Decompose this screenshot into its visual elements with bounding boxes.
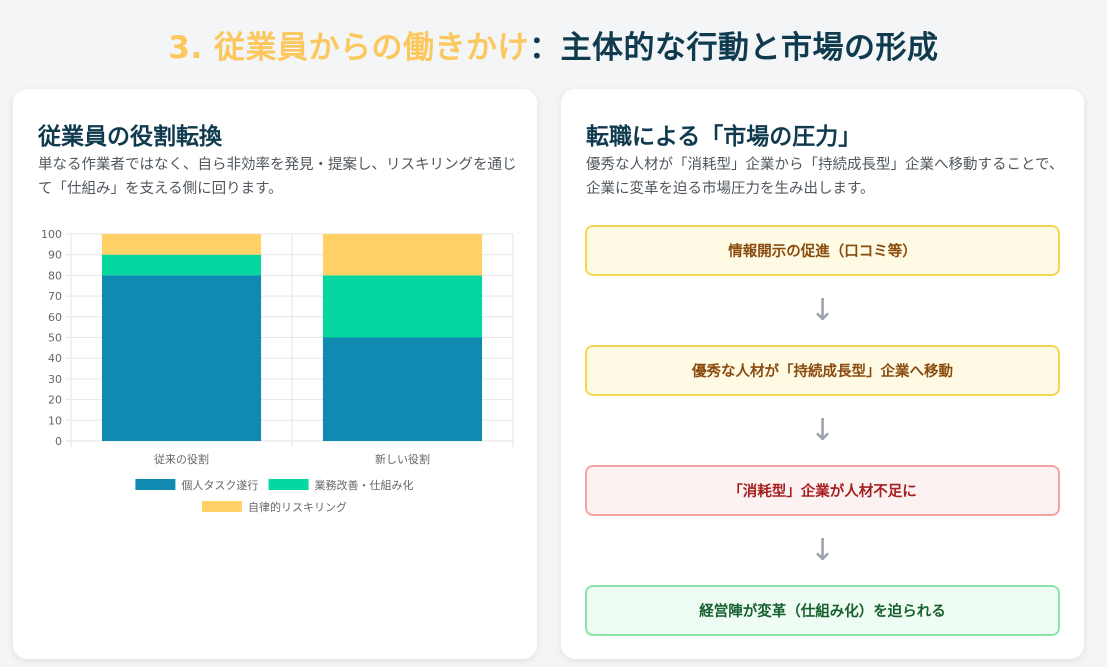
bar-segment [101,254,262,276]
x-category-label: 新しい役割 [375,452,430,466]
employee-role-card: 従業員の役割転換 単なる作業者ではなく、自ら非効率を発見・提案し、リスキリングを… [13,89,537,659]
y-tick-label: 10 [48,414,62,427]
legend-label: 個人タスク遂行 [181,478,258,492]
flow-step-management-change: 経営陣が変革（仕組み化）を迫られる [585,585,1060,636]
flow-step-talent-move: 優秀な人材が「持続成長型」企業へ移動 [585,345,1060,396]
y-tick-label: 60 [48,311,62,324]
page-title-main: ：主体的な行動と市場の形成 [529,30,939,66]
y-tick-label: 20 [48,394,62,407]
legend-swatch [268,479,309,490]
x-category-label: 従来の役割 [154,452,209,466]
y-tick-label: 90 [48,249,62,262]
market-pressure-heading: 転職による「市場の圧力」 [586,124,862,150]
bar-segment [101,275,262,441]
legend-label: 自律的リスキリング [248,500,347,514]
legend-label: 業務改善・仕組み化 [315,478,414,492]
down-arrow-icon: ↓ [809,293,836,328]
flow-step-talent-shortage: 「消耗型」企業が人材不足に [585,465,1060,516]
down-arrow-icon: ↓ [809,533,836,568]
y-tick-label: 80 [48,269,62,282]
bar-segment [101,234,262,255]
y-tick-label: 30 [48,373,62,386]
market-pressure-card: 転職による「市場の圧力」 優秀な人材が「消耗型」企業から「持続成長型」企業へ移動… [561,89,1084,659]
y-tick-label: 100 [41,228,62,241]
legend-swatch [201,501,242,512]
page-title-accent: 3. 従業員からの働きかけ [168,30,530,66]
y-tick-label: 50 [48,332,62,345]
page-title: 3. 従業員からの働きかけ：主体的な行動と市場の形成 [0,22,1107,67]
y-tick-label: 40 [48,352,62,365]
bar-segment [322,275,483,338]
down-arrow-icon: ↓ [809,413,836,448]
bar-segment [322,234,483,276]
y-tick-label: 0 [55,435,62,448]
y-tick-label: 70 [48,290,62,303]
role-stacked-bar-chart: 0 10 20 30 40 50 60 70 80 90 100 従来の役割 新しい役割個人タスク遂行 業… [41,228,514,514]
market-pressure-description: 優秀な人材が「消耗型」企業から「持続成長型」企業へ移動することで、企業に変革を迫… [586,157,1064,197]
bar-segment [322,337,483,441]
legend-swatch [135,479,176,490]
flow-step-disclosure: 情報開示の促進（口コミ等） [585,225,1060,276]
